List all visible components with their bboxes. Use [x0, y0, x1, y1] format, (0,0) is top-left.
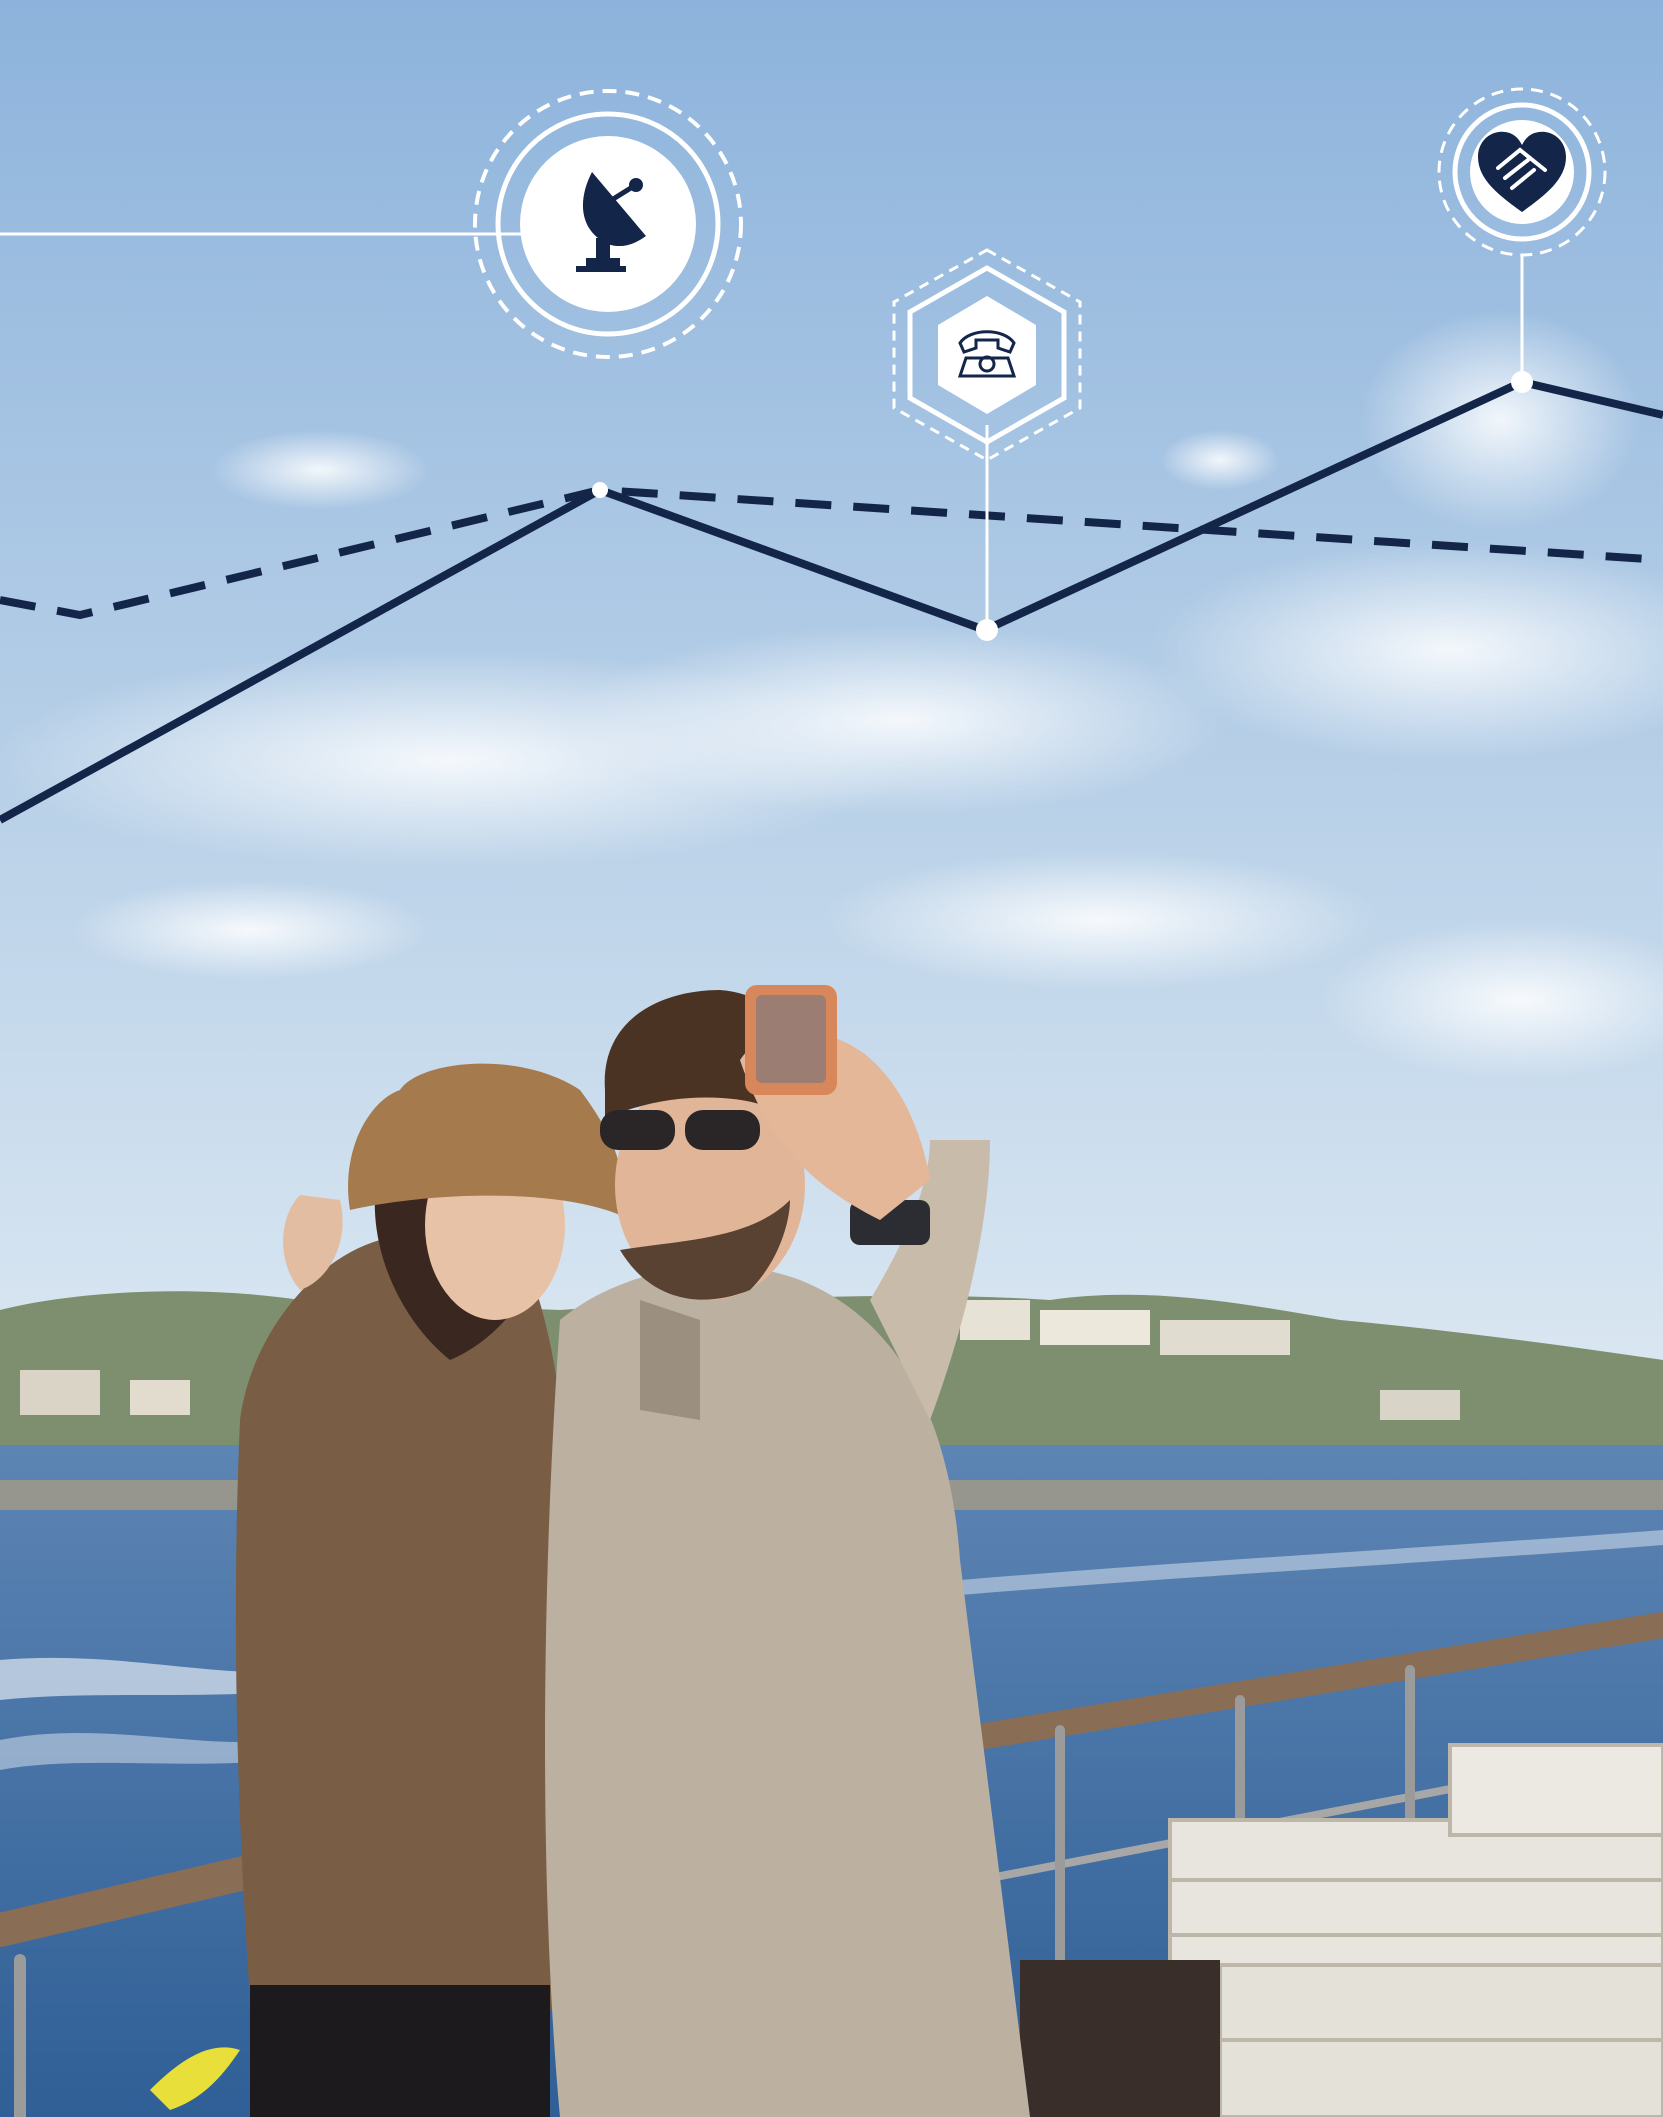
peak-point — [1511, 371, 1533, 393]
dip-point — [976, 619, 998, 641]
scene — [0, 0, 1663, 2117]
mid-point — [592, 482, 608, 498]
